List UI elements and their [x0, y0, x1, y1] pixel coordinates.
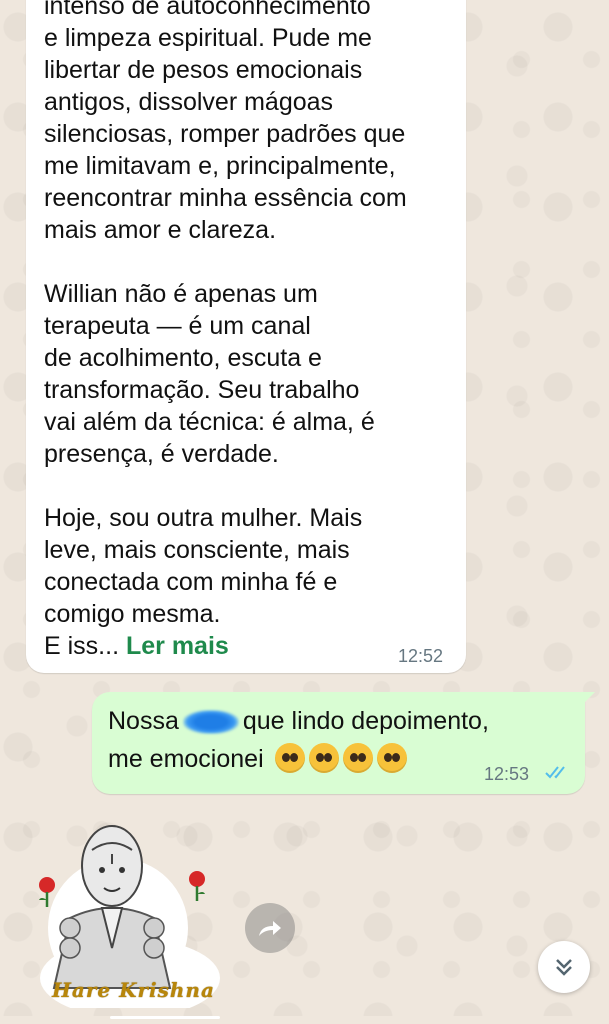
forward-button[interactable] — [245, 903, 295, 953]
outgoing-line-1: Nossa que lindo depoimento, — [108, 702, 568, 740]
message-line: antigos, dissolver mágoas — [44, 88, 334, 116]
sticker-bubble-edge — [110, 1016, 220, 1019]
message-line: intenso de autoconhecimento — [44, 0, 371, 20]
read-more-link[interactable]: Ler mais — [126, 632, 229, 660]
sticker-caption: Hare Krishna — [52, 978, 215, 1002]
message-line: presença, é verdade. — [44, 440, 279, 468]
outgoing-text-part: que lindo depoimento, — [242, 707, 489, 735]
message-line: Willian não é apenas um — [44, 280, 318, 308]
redacted-name-scribble — [182, 710, 239, 735]
message-line: vai além da técnica: é alma, é — [44, 408, 375, 436]
hare-krishna-sticker[interactable]: Hare Krishna — [30, 808, 220, 1018]
message-line: me limitavam e, principalmente, — [44, 152, 396, 180]
truncated-text: E iss... — [44, 632, 120, 660]
pleading-face-emoji — [274, 743, 305, 773]
pleading-face-emoji — [308, 743, 339, 773]
rose-icon — [186, 870, 208, 902]
outgoing-text-part: me emocionei — [108, 745, 264, 773]
message-line: leve, mais consciente, mais — [44, 536, 350, 564]
message-line: reencontrar minha essência com — [44, 184, 407, 212]
message-line: comigo mesma. — [44, 600, 221, 628]
rose-icon — [36, 876, 58, 908]
forward-icon — [259, 921, 281, 936]
message-line: libertar de pesos emocionais — [44, 56, 363, 84]
double-check-read-icon — [545, 766, 565, 779]
pleading-face-emoji — [376, 743, 407, 773]
message-line: silenciosas, romper padrões que — [44, 120, 406, 148]
message-line: conectada com minha fé e — [44, 568, 338, 596]
message-line: transformação. Seu trabalho — [44, 376, 360, 404]
incoming-message-time: 12:52 — [398, 646, 444, 666]
incoming-message-text: intenso de autoconhecimento e limpeza es… — [44, 0, 464, 662]
message-line: mais amor e clareza. — [44, 216, 277, 244]
bottom-edge — [0, 1016, 609, 1024]
outgoing-message-time: 12:53 — [484, 764, 530, 784]
double-chevron-down-icon — [556, 959, 572, 976]
message-line: e limpeza espiritual. Pude me — [44, 24, 372, 52]
scroll-to-bottom-button[interactable] — [538, 941, 590, 993]
message-line: Hoje, sou outra mulher. Mais — [44, 504, 363, 532]
message-line: de acolhimento, escuta e — [44, 344, 322, 372]
outgoing-text-part: Nossa — [108, 707, 179, 735]
pleading-face-emoji — [342, 743, 373, 773]
message-line: terapeuta — é um canal — [44, 312, 311, 340]
